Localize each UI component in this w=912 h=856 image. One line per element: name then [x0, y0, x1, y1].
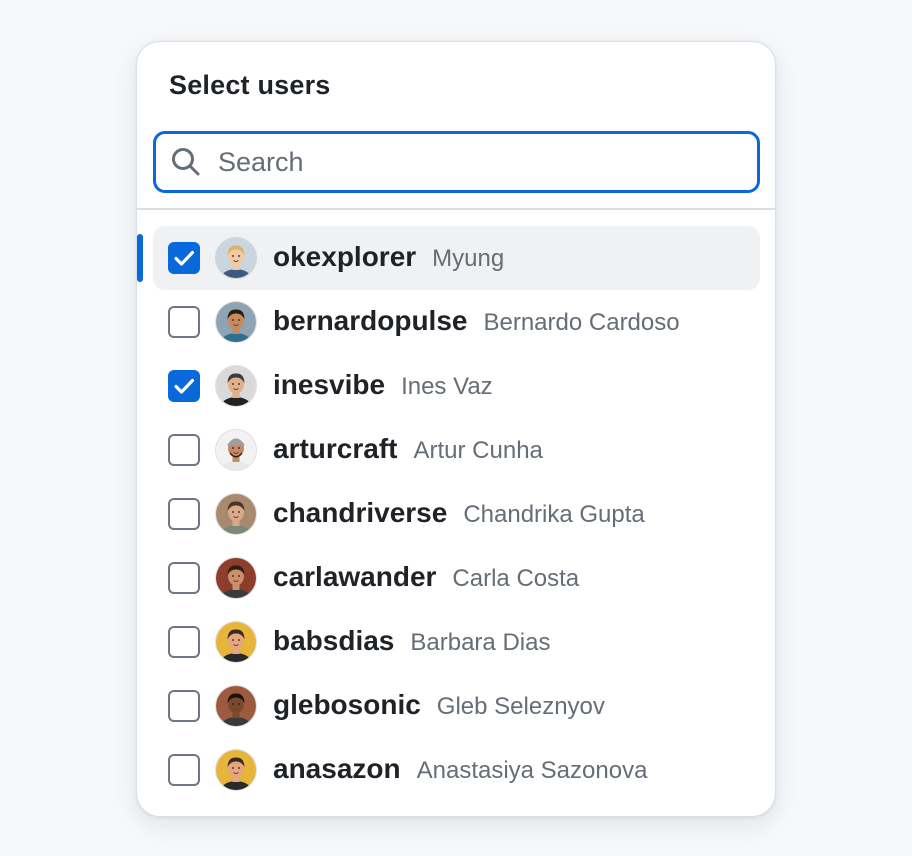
checkbox[interactable]: [168, 690, 200, 722]
user-login-text: glebosonic: [273, 689, 421, 720]
user-full-name: Myung: [432, 245, 505, 272]
user-list-item[interactable]: chandriverse Chandrika Gupta: [137, 482, 775, 546]
user-full-name: Artur Cunha: [413, 437, 543, 464]
user-list-item[interactable]: bernardopulse Bernardo Cardoso: [137, 290, 775, 354]
user-list-item[interactable]: arturcraft Artur Cunha: [137, 418, 775, 482]
checkbox-checked[interactable]: [168, 370, 200, 402]
user-list-item[interactable]: anasazon Anastasiya Sazonova: [137, 738, 775, 802]
checkbox-checked[interactable]: [168, 242, 200, 274]
checkbox[interactable]: [168, 626, 200, 658]
divider: [137, 208, 775, 210]
user-login-text: arturcraft: [273, 433, 398, 464]
user-login-text: carlawander: [273, 561, 437, 592]
user-list-item[interactable]: babsdias Barbara Dias: [137, 610, 775, 674]
user-list: okexplorer Myung bernardopulse Bernardo Car…: [137, 226, 775, 802]
user-login: inesvibe Ines Vaz: [273, 369, 493, 401]
avatar: [216, 302, 256, 342]
user-full-name: Ines Vaz: [401, 373, 493, 400]
user-login-text: okexplorer: [273, 241, 417, 272]
avatar: [216, 686, 256, 726]
avatar: [216, 366, 256, 406]
user-list-item[interactable]: glebosonic Gleb Seleznyov: [137, 674, 775, 738]
avatar: [216, 750, 256, 790]
user-login: babsdias Barbara Dias: [273, 625, 550, 657]
user-full-name: Barbara Dias: [410, 629, 551, 656]
user-login-text: babsdias: [273, 625, 395, 656]
user-select-panel: Select users okexplorer Myung bernardopuls…: [136, 41, 776, 817]
checkbox[interactable]: [168, 306, 200, 338]
user-full-name: Chandrika Gupta: [463, 501, 645, 528]
panel-title: Select users: [169, 70, 331, 100]
checkbox[interactable]: [168, 498, 200, 530]
user-full-name: Gleb Seleznyov: [436, 693, 605, 720]
user-login-text: chandriverse: [273, 497, 448, 528]
search-input[interactable]: [216, 145, 740, 179]
user-login-text: inesvibe: [273, 369, 386, 400]
active-indicator: [137, 234, 143, 282]
checkbox[interactable]: [168, 434, 200, 466]
user-full-name: Carla Costa: [452, 565, 580, 592]
user-login: bernardopulse Bernardo Cardoso: [273, 305, 680, 337]
user-full-name: Anastasiya Sazonova: [416, 757, 648, 784]
user-login-text: anasazon: [273, 753, 401, 784]
search-field[interactable]: [153, 131, 760, 193]
user-list-item[interactable]: inesvibe Ines Vaz: [137, 354, 775, 418]
search-icon: [172, 148, 200, 176]
user-login: arturcraft Artur Cunha: [273, 433, 543, 465]
avatar: [216, 494, 256, 534]
avatar: [216, 558, 256, 598]
avatar: [216, 430, 256, 470]
checkbox[interactable]: [168, 562, 200, 594]
user-list-item[interactable]: okexplorer Myung: [137, 226, 775, 290]
user-login-text: bernardopulse: [273, 305, 468, 336]
avatar: [216, 238, 256, 278]
user-login: okexplorer Myung: [273, 241, 504, 273]
user-list-item[interactable]: carlawander Carla Costa: [137, 546, 775, 610]
user-full-name: Bernardo Cardoso: [483, 309, 680, 336]
user-login: carlawander Carla Costa: [273, 561, 579, 593]
checkbox[interactable]: [168, 754, 200, 786]
user-login: glebosonic Gleb Seleznyov: [273, 689, 605, 721]
user-login: anasazon Anastasiya Sazonova: [273, 753, 647, 785]
avatar: [216, 622, 256, 662]
user-login: chandriverse Chandrika Gupta: [273, 497, 645, 529]
